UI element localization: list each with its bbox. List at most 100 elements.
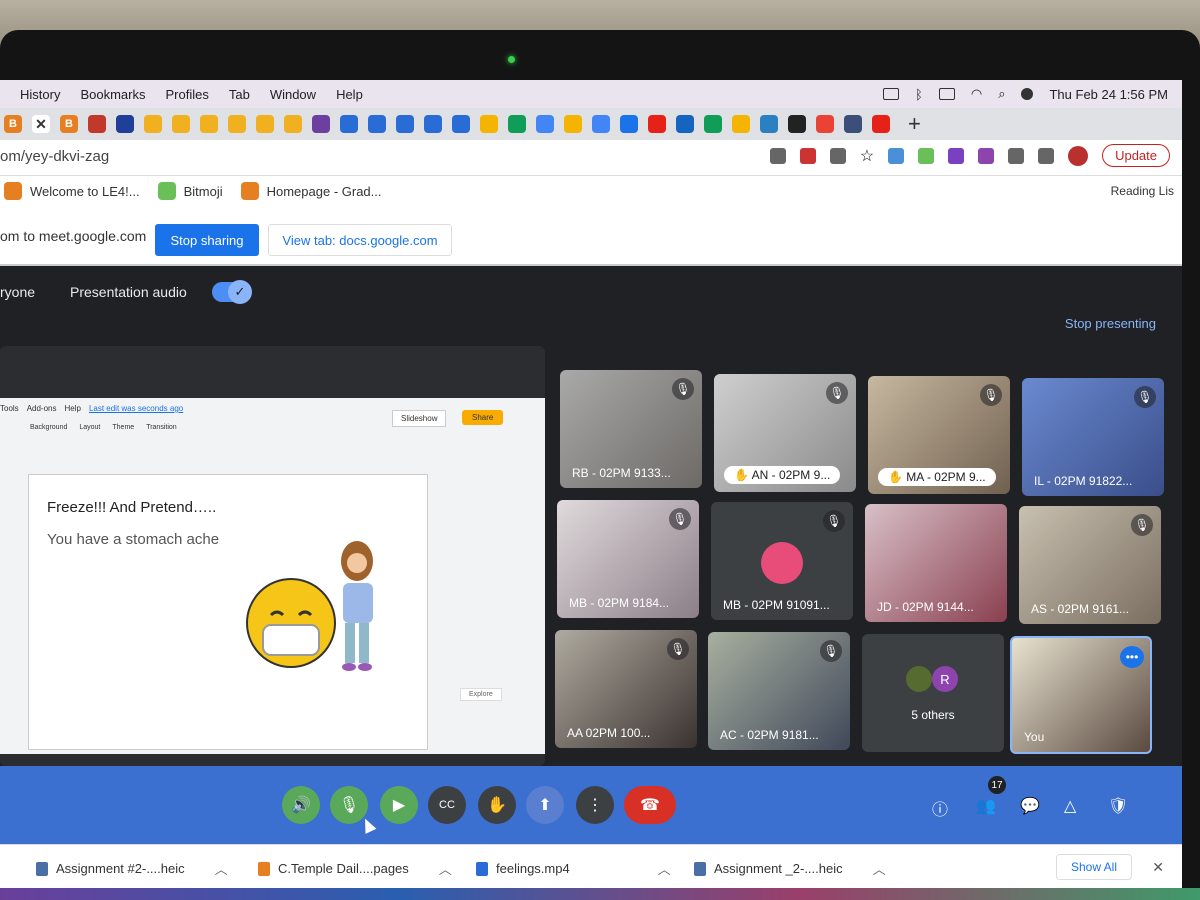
tab-favicon-icon[interactable] <box>676 115 694 133</box>
wifi-icon[interactable]: ◠ <box>971 86 982 102</box>
participant-tile[interactable]: 🎙 MB - 02PM 9184... <box>557 500 699 618</box>
tab-favicon-icon[interactable] <box>144 115 162 133</box>
download-item[interactable]: feelings.mp4 ︿ <box>476 859 671 878</box>
chat-icon[interactable]: 💬 <box>1020 796 1040 816</box>
explore-button[interactable]: Explore <box>460 688 502 701</box>
slides-tab-icon[interactable] <box>732 115 750 133</box>
menu-window[interactable]: Window <box>270 87 316 102</box>
tab-favicon-icon[interactable] <box>368 115 386 133</box>
reading-list[interactable]: Reading Lis <box>1111 184 1174 198</box>
close-tab-icon[interactable]: ✕ <box>32 115 50 133</box>
bookmark-item[interactable]: Bitmoji <box>157 182 223 200</box>
presentation-audio-toggle[interactable]: ✓ <box>212 280 252 304</box>
view-tab-button[interactable]: View tab: docs.google.com <box>268 224 452 256</box>
tab-favicon-icon[interactable]: B <box>60 115 78 133</box>
participant-tile[interactable]: 🎙 ✋ AN - 02PM 9... <box>714 374 856 492</box>
participant-tile[interactable]: 🎙 ✋ MA - 02PM 9... <box>868 376 1010 494</box>
docs-tab-icon[interactable] <box>592 115 610 133</box>
google-tab-icon[interactable] <box>816 115 834 133</box>
url-field[interactable]: om/yey-dkvi-zag <box>0 148 109 165</box>
tab-favicon-icon[interactable] <box>340 115 358 133</box>
profile-avatar[interactable] <box>1068 145 1089 166</box>
screen-mirror-icon[interactable] <box>883 88 900 100</box>
tab-favicon-icon[interactable] <box>88 115 106 133</box>
menu-addons[interactable]: Add-ons <box>27 404 57 413</box>
others-tile[interactable]: R 5 others <box>862 634 1004 752</box>
tab-favicon-icon[interactable] <box>760 115 778 133</box>
bitmoji-icon[interactable] <box>918 147 935 164</box>
tab-favicon-icon[interactable] <box>200 115 218 133</box>
participant-tile[interactable]: 🎙 AS - 02PM 9161... <box>1019 506 1161 624</box>
close-icon[interactable]: ✕ <box>1152 859 1164 876</box>
participant-tile[interactable]: 🎙 AC - 02PM 9181... <box>708 632 850 750</box>
show-all-button[interactable]: Show All <box>1055 854 1132 880</box>
media-icon[interactable] <box>1038 147 1055 164</box>
slides-tab-icon[interactable] <box>480 115 498 133</box>
speaker-icon[interactable]: 🔊 <box>282 786 320 824</box>
participant-tile[interactable]: 🎙 AA 02PM 100... <box>555 630 697 748</box>
chevron-up-icon[interactable]: ︿ <box>439 859 452 878</box>
share-button[interactable]: Share <box>462 410 504 425</box>
theme-button[interactable]: Theme <box>112 424 134 431</box>
stop-sharing-button[interactable]: Stop sharing <box>155 224 259 256</box>
camera-icon[interactable] <box>769 147 786 164</box>
chevron-up-icon[interactable]: ︿ <box>215 859 228 878</box>
chevron-up-icon[interactable]: ︿ <box>873 859 886 878</box>
microphone-icon[interactable]: 🎙 <box>330 786 368 824</box>
leave-call-icon[interactable]: ☎ <box>624 786 676 824</box>
battery-icon[interactable] <box>938 88 955 100</box>
tab-favicon-icon[interactable] <box>312 115 330 133</box>
extension-icon[interactable] <box>888 147 905 164</box>
camera-icon[interactable]: ▶ <box>380 786 418 824</box>
tab-favicon-icon[interactable] <box>116 115 134 133</box>
participant-tile[interactable]: JD - 02PM 9144... <box>865 504 1007 622</box>
menu-tools[interactable]: Tools <box>0 404 19 413</box>
tab-favicon-icon[interactable]: B <box>4 115 22 133</box>
participant-tile[interactable]: 🎙 IL - 02PM 91822... <box>1022 378 1164 496</box>
search-icon[interactable]: ⌕ <box>998 86 1005 102</box>
share-icon[interactable] <box>829 147 846 164</box>
chevron-up-icon[interactable]: ︿ <box>658 859 671 878</box>
menu-bookmarks[interactable]: Bookmarks <box>80 87 145 102</box>
download-item[interactable]: C.Temple Dail....pages ︿ <box>258 859 452 878</box>
captions-icon[interactable]: CC <box>428 786 466 824</box>
layout-button[interactable]: Layout <box>79 424 100 431</box>
puzzle-icon[interactable] <box>1008 147 1025 164</box>
background-button[interactable]: Background <box>30 424 67 431</box>
clock[interactable]: Thu Feb 24 1:56 PM <box>1049 87 1168 102</box>
present-icon[interactable]: ⬆ <box>526 786 564 824</box>
blocked-icon[interactable] <box>799 147 816 164</box>
more-options-icon[interactable]: ••• <box>1120 646 1144 668</box>
tab-favicon-icon[interactable] <box>256 115 274 133</box>
tab-favicon-icon[interactable] <box>452 115 470 133</box>
menu-tab[interactable]: Tab <box>229 87 250 102</box>
activities-icon[interactable]: △ <box>1064 796 1076 816</box>
download-item[interactable]: Assignment #2-....heic ︿ <box>36 859 228 878</box>
info-icon[interactable]: ⓘ <box>932 796 948 820</box>
menu-profiles[interactable]: Profiles <box>165 87 208 102</box>
tab-favicon-icon[interactable] <box>424 115 442 133</box>
menu-help[interactable]: Help <box>336 87 363 102</box>
participant-tile[interactable]: 🎙 RB - 02PM 9133... <box>560 370 702 488</box>
new-tab-icon[interactable]: + <box>908 111 921 137</box>
tab-favicon-icon[interactable] <box>620 115 638 133</box>
docs-tab-icon[interactable] <box>536 115 554 133</box>
people-icon[interactable]: 👥 <box>976 796 996 816</box>
host-controls-icon[interactable]: 🛡 <box>1108 796 1128 816</box>
drive-tab-icon[interactable] <box>704 115 722 133</box>
tab-favicon-icon[interactable] <box>396 115 414 133</box>
tab-favicon-icon[interactable] <box>228 115 246 133</box>
tab-favicon-icon[interactable] <box>284 115 302 133</box>
download-item[interactable]: Assignment _2-....heic ︿ <box>694 859 886 878</box>
last-edit-link[interactable]: Last edit was seconds ago <box>89 404 183 413</box>
self-tile[interactable]: ••• You <box>1010 636 1152 754</box>
extension-icon[interactable] <box>978 147 995 164</box>
bookmark-item[interactable]: Welcome to LE4!... <box>4 182 140 200</box>
bookmark-item[interactable]: Homepage - Grad... <box>240 182 382 200</box>
tab-favicon-icon[interactable] <box>844 115 862 133</box>
update-button[interactable]: Update <box>1102 144 1170 167</box>
slideshow-button[interactable]: Slideshow <box>392 410 447 427</box>
youtube-tab-icon[interactable] <box>648 115 666 133</box>
stop-presenting-button[interactable]: Stop presenting <box>1065 316 1156 331</box>
raise-hand-icon[interactable]: ✋ <box>478 786 516 824</box>
